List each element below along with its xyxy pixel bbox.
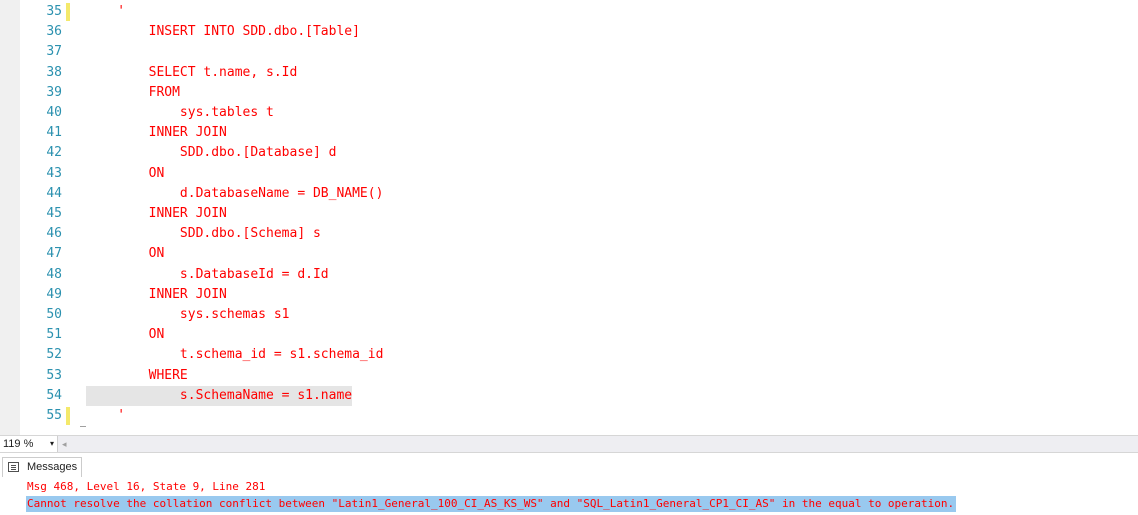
code-line[interactable]: WHERE xyxy=(86,366,188,386)
zoom-level: 119 % xyxy=(3,438,34,450)
messages-icon xyxy=(8,462,19,472)
code-line[interactable]: INNER JOIN xyxy=(86,123,227,143)
zoom-dropdown[interactable]: 119 % ▾ xyxy=(0,436,58,452)
change-marker xyxy=(66,3,70,21)
tab-messages-label: Messages xyxy=(27,461,78,473)
line-number: 35 xyxy=(46,4,62,19)
code-line[interactable]: SDD.dbo.[Database] d xyxy=(86,143,337,163)
change-marker xyxy=(66,407,70,425)
line-number: 39 xyxy=(46,84,62,100)
line-number: 40 xyxy=(46,105,62,120)
line-number: 55 xyxy=(46,408,62,423)
code-line[interactable]: d.DatabaseName = DB_NAME() xyxy=(86,184,384,204)
line-number: 48 xyxy=(46,266,62,282)
tab-messages[interactable]: Messages xyxy=(2,457,82,477)
code-line[interactable]: INSERT INTO SDD.dbo.[Table] xyxy=(86,22,360,42)
line-number: 47 xyxy=(46,246,62,262)
code-line[interactable]: ON xyxy=(86,244,165,264)
code-line[interactable]: INNER JOIN xyxy=(86,204,227,224)
line-number: 50 xyxy=(46,307,62,322)
code-line[interactable]: FROM xyxy=(86,83,180,103)
code-line[interactable]: SELECT t.name, s.Id xyxy=(86,63,298,83)
line-number: 54 xyxy=(46,387,62,403)
editor-status-bar: 119 % ▾ ◂ xyxy=(0,435,1138,452)
code-line[interactable]: s.DatabaseId = d.Id xyxy=(86,265,329,285)
code-line[interactable]: ' xyxy=(86,2,125,22)
collapse-line xyxy=(80,426,86,427)
line-number: 41 xyxy=(46,125,62,141)
line-number: 49 xyxy=(46,286,62,302)
query-editor[interactable]: 35 36 37 38 39 40 41 42 43 44 45 46 47 48 49 50 51 52 53 54… xyxy=(0,0,1138,435)
line-number: 53 xyxy=(46,367,62,383)
code-line[interactable]: s.SchemaName = s1.name xyxy=(86,385,353,406)
message-line-selected[interactable]: Cannot resolve the collation conflict be… xyxy=(26,496,957,512)
code-line[interactable]: ' xyxy=(86,406,125,426)
code-line[interactable]: ON xyxy=(86,164,165,184)
code-line[interactable]: INNER JOIN xyxy=(86,285,227,305)
editor-margin xyxy=(0,0,20,435)
code-line[interactable]: ON xyxy=(86,325,165,345)
line-number: 52 xyxy=(46,347,62,363)
message-line: Msg 468, Level 16, State 9, Line 281 xyxy=(27,480,266,493)
line-number: 51 xyxy=(46,327,62,343)
code-line[interactable]: sys.tables t xyxy=(86,103,274,123)
code-line[interactable]: t.schema_id = s1.schema_id xyxy=(86,345,384,365)
line-number: 46 xyxy=(46,226,62,242)
code-line[interactable]: sys.schemas s1 xyxy=(86,305,290,325)
line-number: 36 xyxy=(46,24,62,40)
line-number: 43 xyxy=(46,165,62,181)
code-line[interactable]: SDD.dbo.[Schema] s xyxy=(86,224,321,244)
line-number: 45 xyxy=(46,206,62,221)
line-number-gutter: 35 36 37 38 39 40 41 42 43 44 45 46 47 48 49 50 51 52 53 54… xyxy=(20,0,80,435)
line-number: 38 xyxy=(46,64,62,80)
chevron-down-icon: ▾ xyxy=(49,439,54,448)
line-number: 42 xyxy=(46,145,62,161)
messages-panel: Messages Msg 468, Level 16, State 9, Lin… xyxy=(0,452,1138,515)
line-number: 44 xyxy=(46,185,62,201)
scroll-left-icon[interactable]: ◂ xyxy=(62,436,67,452)
line-number: 37 xyxy=(46,44,62,60)
